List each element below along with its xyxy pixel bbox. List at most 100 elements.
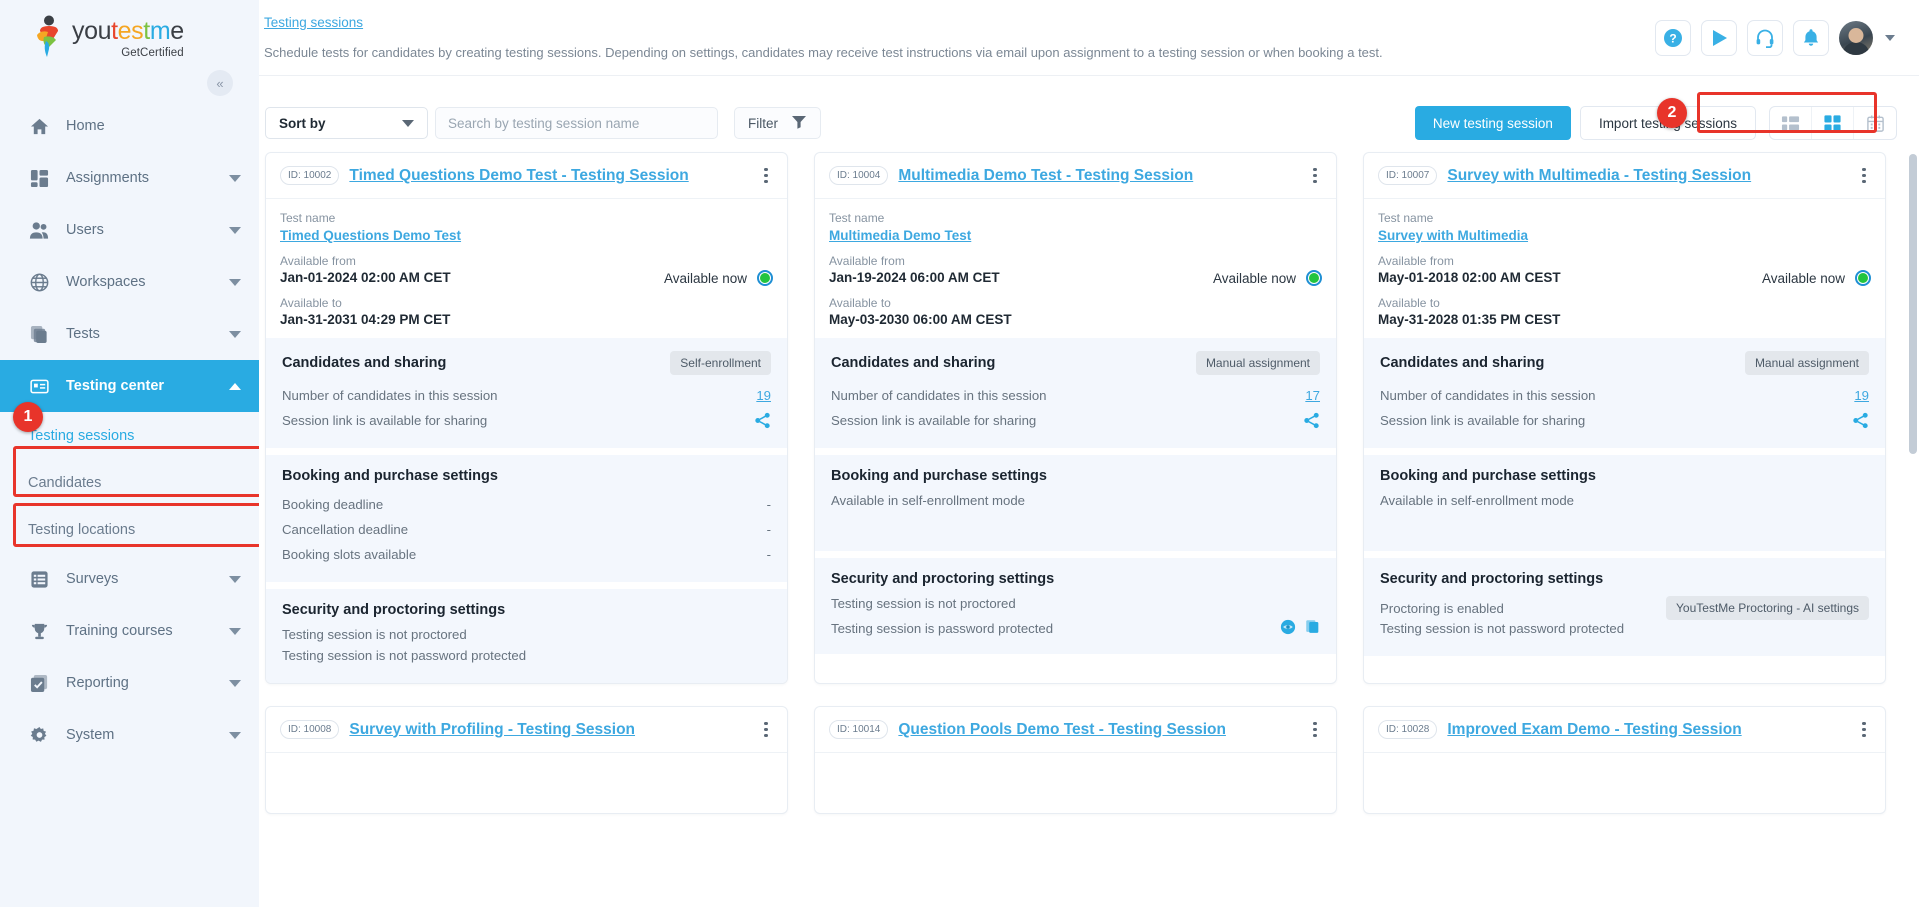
session-title-link[interactable]: Timed Questions Demo Test - Testing Sess… (349, 167, 755, 185)
panel-title: Security and proctoring settings (831, 571, 1055, 587)
availability-status-text: Available now (1761, 270, 1845, 286)
candidates-count-label: Number of candidates in this session (282, 387, 498, 403)
card-menu-icon[interactable] (1853, 721, 1875, 738)
session-title-link[interactable]: Multimedia Demo Test - Testing Session (898, 167, 1304, 185)
sidebar-item-reporting[interactable]: Reporting (0, 657, 259, 709)
proctoring-settings-badge[interactable]: YouTestMe Proctoring - AI settings (1666, 596, 1869, 620)
test-name-link[interactable]: Multimedia Demo Test (829, 228, 971, 243)
sidebar-subitem-label: Candidates (28, 474, 102, 491)
available-to-label: Available to (829, 296, 891, 310)
share-icon[interactable] (1852, 412, 1869, 429)
status-indicator-icon (757, 270, 773, 286)
testing-session-card[interactable]: ID: 10014 Question Pools Demo Test - Tes… (814, 706, 1337, 814)
assignments-icon (28, 167, 50, 189)
session-title-link[interactable]: Improved Exam Demo - Testing Session (1447, 721, 1853, 739)
app-root: youtestme GetCertified « Home Assignment… (0, 0, 1919, 907)
new-testing-session-button[interactable]: New testing session (1414, 106, 1571, 140)
chevron-down-icon (229, 679, 241, 687)
cancellation-deadline-value: - (766, 521, 771, 537)
candidates-count-link[interactable]: 19 (1854, 388, 1869, 403)
filter-label: Filter (748, 115, 778, 131)
card-menu-icon[interactable] (1304, 721, 1326, 738)
testing-session-card[interactable]: ID: 10008 Survey with Profiling - Testin… (265, 706, 788, 814)
candidates-and-sharing-panel: Candidates and sharing Manual assignment… (1364, 338, 1885, 448)
test-name-link[interactable]: Timed Questions Demo Test (280, 228, 461, 243)
panel-title: Booking and purchase settings (1380, 468, 1596, 484)
copy-icon[interactable] (1305, 619, 1320, 637)
share-icon[interactable] (754, 412, 771, 429)
enrollment-mode-badge: Manual assignment (1195, 351, 1320, 375)
sidebar-item-assignments[interactable]: Assignments (0, 152, 259, 204)
sidebar-item-tests[interactable]: Tests (0, 308, 259, 360)
grid-view-toggle[interactable] (1812, 107, 1854, 139)
brand-logo[interactable]: youtestme GetCertified (0, 0, 259, 74)
password-status-text: Testing session is password protected (831, 620, 1054, 636)
panel-title: Candidates and sharing (831, 355, 996, 371)
scrollbar-thumb[interactable] (1909, 154, 1917, 454)
content-scrollbar[interactable] (1909, 154, 1917, 907)
proctoring-status-text: Testing session is not proctored (282, 627, 467, 642)
test-name-label: Test name (280, 211, 336, 225)
sidebar-item-testing-locations[interactable]: Testing locations (0, 506, 259, 553)
session-title-link[interactable]: Question Pools Demo Test - Testing Sessi… (898, 721, 1304, 739)
sort-by-select[interactable]: Sort by (265, 107, 428, 139)
card-menu-icon[interactable] (755, 721, 777, 738)
test-name-link[interactable]: Survey with Multimedia (1378, 228, 1528, 243)
card-body: Test name Timed Questions Demo Test Avai… (266, 199, 787, 327)
sidebar-item-training-courses[interactable]: Training courses (0, 605, 259, 657)
sidebar-item-users[interactable]: Users (0, 204, 259, 256)
eye-icon[interactable] (1280, 619, 1296, 638)
play-icon[interactable] (1701, 20, 1737, 56)
candidates-count-link[interactable]: 17 (1305, 388, 1320, 403)
card-header: ID: 10008 Survey with Profiling - Testin… (266, 707, 787, 753)
share-icon[interactable] (1303, 412, 1320, 429)
support-headset-icon[interactable] (1747, 20, 1783, 56)
session-link-label: Session link is available for sharing (831, 412, 1037, 428)
testing-session-card[interactable]: ID: 10007 Survey with Multimedia - Testi… (1363, 152, 1886, 684)
session-id-badge: ID: 10007 (1378, 166, 1438, 185)
candidates-count-link[interactable]: 19 (756, 388, 771, 403)
chevron-down-icon (229, 174, 241, 182)
sidebar-item-surveys[interactable]: Surveys (0, 553, 259, 605)
testing-session-card[interactable]: ID: 10004 Multimedia Demo Test - Testing… (814, 152, 1337, 684)
filter-button[interactable]: Filter (734, 107, 821, 139)
password-actions (1280, 619, 1320, 638)
search-input[interactable] (435, 107, 718, 139)
card-menu-icon[interactable] (1853, 167, 1875, 184)
help-icon[interactable]: ? (1655, 20, 1691, 56)
testing-session-card[interactable]: ID: 10028 Improved Exam Demo - Testing S… (1363, 706, 1886, 814)
page-description: Schedule tests for candidates by creatin… (264, 45, 1383, 60)
available-from-label: Available from (280, 254, 356, 268)
available-from-value: May-01-2018 02:00 AM CEST (1378, 270, 1561, 285)
sidebar-item-system[interactable]: System (0, 709, 259, 761)
sidebar-item-candidates[interactable]: Candidates (0, 459, 259, 506)
sidebar-collapse-icon[interactable]: « (207, 70, 233, 96)
sidebar-item-testing-center[interactable]: Testing center (0, 360, 259, 412)
sidebar-item-home[interactable]: Home (0, 100, 259, 152)
chevron-up-icon (229, 382, 241, 390)
password-status-text: Testing session is not password protecte… (1380, 621, 1625, 636)
proctoring-status-text: Testing session is not proctored (831, 596, 1016, 611)
avatar[interactable] (1839, 21, 1873, 55)
list-view-toggle[interactable] (1770, 107, 1812, 139)
panel-title: Security and proctoring settings (282, 602, 506, 618)
card-header: ID: 10004 Multimedia Demo Test - Testing… (815, 153, 1336, 199)
card-menu-icon[interactable] (1304, 167, 1326, 184)
calendar-view-toggle[interactable] (1854, 107, 1896, 139)
sidebar-subitem-label: Testing locations (28, 521, 136, 538)
notifications-bell-icon[interactable] (1793, 20, 1829, 56)
availability-status-text: Available now (663, 270, 747, 286)
available-from-label: Available from (1378, 254, 1454, 268)
card-menu-icon[interactable] (755, 167, 777, 184)
chevron-down-icon[interactable] (1885, 35, 1895, 41)
sidebar-item-workspaces[interactable]: Workspaces (0, 256, 259, 308)
testing-session-card[interactable]: ID: 10002 Timed Questions Demo Test - Te… (265, 152, 788, 684)
sidebar: youtestme GetCertified « Home Assignment… (0, 0, 259, 907)
status-indicator-icon (1855, 270, 1871, 286)
session-title-link[interactable]: Survey with Profiling - Testing Session (349, 721, 755, 739)
breadcrumb[interactable]: Testing sessions (264, 15, 363, 30)
session-title-link[interactable]: Survey with Multimedia - Testing Session (1447, 167, 1853, 185)
users-icon (28, 219, 50, 241)
panel-title: Candidates and sharing (1380, 355, 1545, 371)
globe-icon (28, 271, 50, 293)
